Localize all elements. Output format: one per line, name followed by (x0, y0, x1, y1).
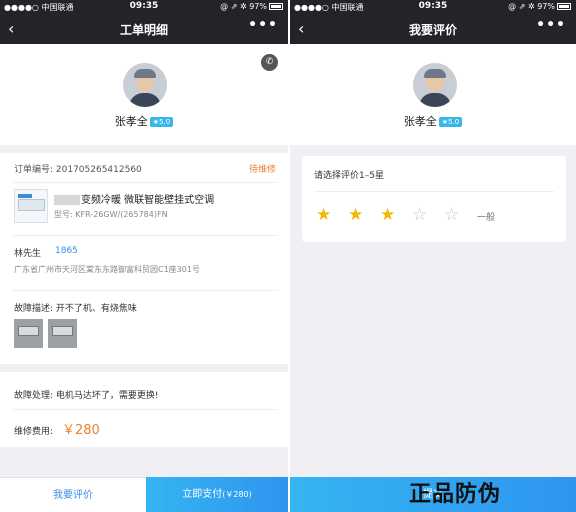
avatar-body (419, 93, 451, 107)
star-5-icon[interactable]: ☆ (444, 205, 459, 225)
status-icons: @ ⇗ ✲ (508, 2, 535, 11)
handling-card: 故障处理: 电机马达坏了，需要更换! 维修费用: ￥280 (0, 372, 288, 447)
product-name: 变频冷暖 微联智能壁挂式空调 (81, 195, 215, 206)
star-3-icon[interactable]: ★ (380, 205, 395, 225)
fault-photo[interactable] (48, 319, 77, 348)
status-badge: 待维修 (248, 165, 276, 175)
divider (12, 290, 278, 291)
fault-photo[interactable] (14, 319, 43, 348)
nav-bar: ‹ 工单明细 ••• (0, 14, 288, 44)
rating-label: 一般 (477, 213, 496, 223)
product-image (14, 189, 48, 223)
product-model: 型号: KFR-26GW/(265784)FN (54, 210, 168, 219)
divider (12, 182, 278, 183)
status-bar: ●●●●○ 中国联通 09:35 @ ⇗ ✲ 97% (0, 0, 288, 14)
page-title: 我要评价 (408, 23, 457, 37)
divider (12, 235, 278, 236)
blurred-brand (54, 195, 80, 205)
evaluation-card: 请选择评价1–5星 ★ ★ ★ ☆ ☆ 一般 (302, 156, 566, 242)
avatar (123, 63, 167, 107)
fee-value: ￥280 (62, 423, 100, 438)
technician-name-row: 张孝全 ★5.0 (0, 113, 288, 129)
status-indicators: @ ⇗ ✲ 97% (220, 2, 283, 11)
technician-profile: 张孝全 ★5.0 ✆ (0, 44, 288, 145)
order-detail-screen: ●●●●○ 中国联通 09:35 @ ⇗ ✲ 97% ‹ 工单明细 ••• 张孝… (0, 0, 288, 512)
fee-label: 维修费用: (14, 427, 54, 437)
rating-prompt: 请选择评价1–5星 (314, 171, 384, 181)
action-bar: 我要评价 立即支付(￥280) (0, 477, 288, 512)
air-conditioner-icon (18, 199, 45, 211)
star-2-icon[interactable]: ★ (348, 205, 363, 225)
pay-now-label: 立即支付 (182, 489, 223, 500)
rating-badge: ★5.0 (149, 117, 174, 127)
contact-address: 广东省广州市天河区棠东东路御富科贸园C1座301号 (14, 265, 200, 274)
battery-percent: 97% (249, 2, 267, 11)
avatar (413, 63, 457, 107)
fault-photo-content (52, 326, 73, 336)
order-number: 订单编号: 201705265412560 (14, 165, 142, 175)
page-title: 工单明细 (119, 23, 168, 37)
product-name-row: 变频冷暖 微联智能壁挂式空调 (54, 191, 214, 206)
status-icons: @ ⇗ ✲ (220, 2, 247, 11)
battery-icon (557, 3, 571, 10)
technician-name: 张孝全 (403, 115, 437, 128)
status-indicators: @ ⇗ ✲ 97% (508, 2, 571, 11)
evaluation-screen: ●●●●○ 中国联通 09:35 @ ⇗ ✲ 97% ‹ 我要评价 ••• 张孝… (288, 0, 576, 512)
phone-icon[interactable]: ✆ (261, 54, 278, 71)
technician-name: 张孝全 (114, 115, 148, 128)
pay-amount: (￥280) (222, 490, 252, 499)
watermark: 正品防伪 (409, 482, 502, 507)
more-icon[interactable]: ••• (536, 17, 566, 33)
pay-now-button[interactable]: 立即支付(￥280) (146, 477, 288, 512)
avatar-cap (134, 69, 156, 78)
rating-badge: ★5.0 (438, 117, 463, 127)
star-4-icon[interactable]: ☆ (412, 205, 427, 225)
product-logo (18, 194, 32, 198)
avatar-cap (424, 69, 446, 78)
contact-phone[interactable]: 1865 (55, 246, 78, 256)
contact-name: 林先生 (14, 249, 42, 259)
order-card: 订单编号: 201705265412560 待维修 变频冷暖 微联智能壁挂式空调… (0, 153, 288, 364)
fault-description: 故障描述: 开不了机、有烧焦味 (14, 304, 137, 314)
divider (12, 409, 278, 410)
nav-bar: ‹ 我要评价 ••• (290, 14, 576, 44)
avatar-body (129, 93, 161, 107)
divider (314, 191, 554, 192)
fault-handling: 故障处理: 电机马达坏了，需要更换! (14, 391, 159, 401)
battery-icon (269, 3, 283, 10)
technician-name-row: 张孝全 ★5.0 (290, 113, 576, 129)
battery-percent: 97% (537, 2, 555, 11)
technician-profile: 张孝全 ★5.0 (290, 44, 576, 145)
more-icon[interactable]: ••• (248, 17, 278, 33)
star-1-icon[interactable]: ★ (316, 205, 331, 225)
status-bar: ●●●●○ 中国联通 09:35 @ ⇗ ✲ 97% (290, 0, 576, 14)
evaluate-button[interactable]: 我要评价 (0, 477, 146, 512)
fault-photo-content (18, 326, 39, 336)
